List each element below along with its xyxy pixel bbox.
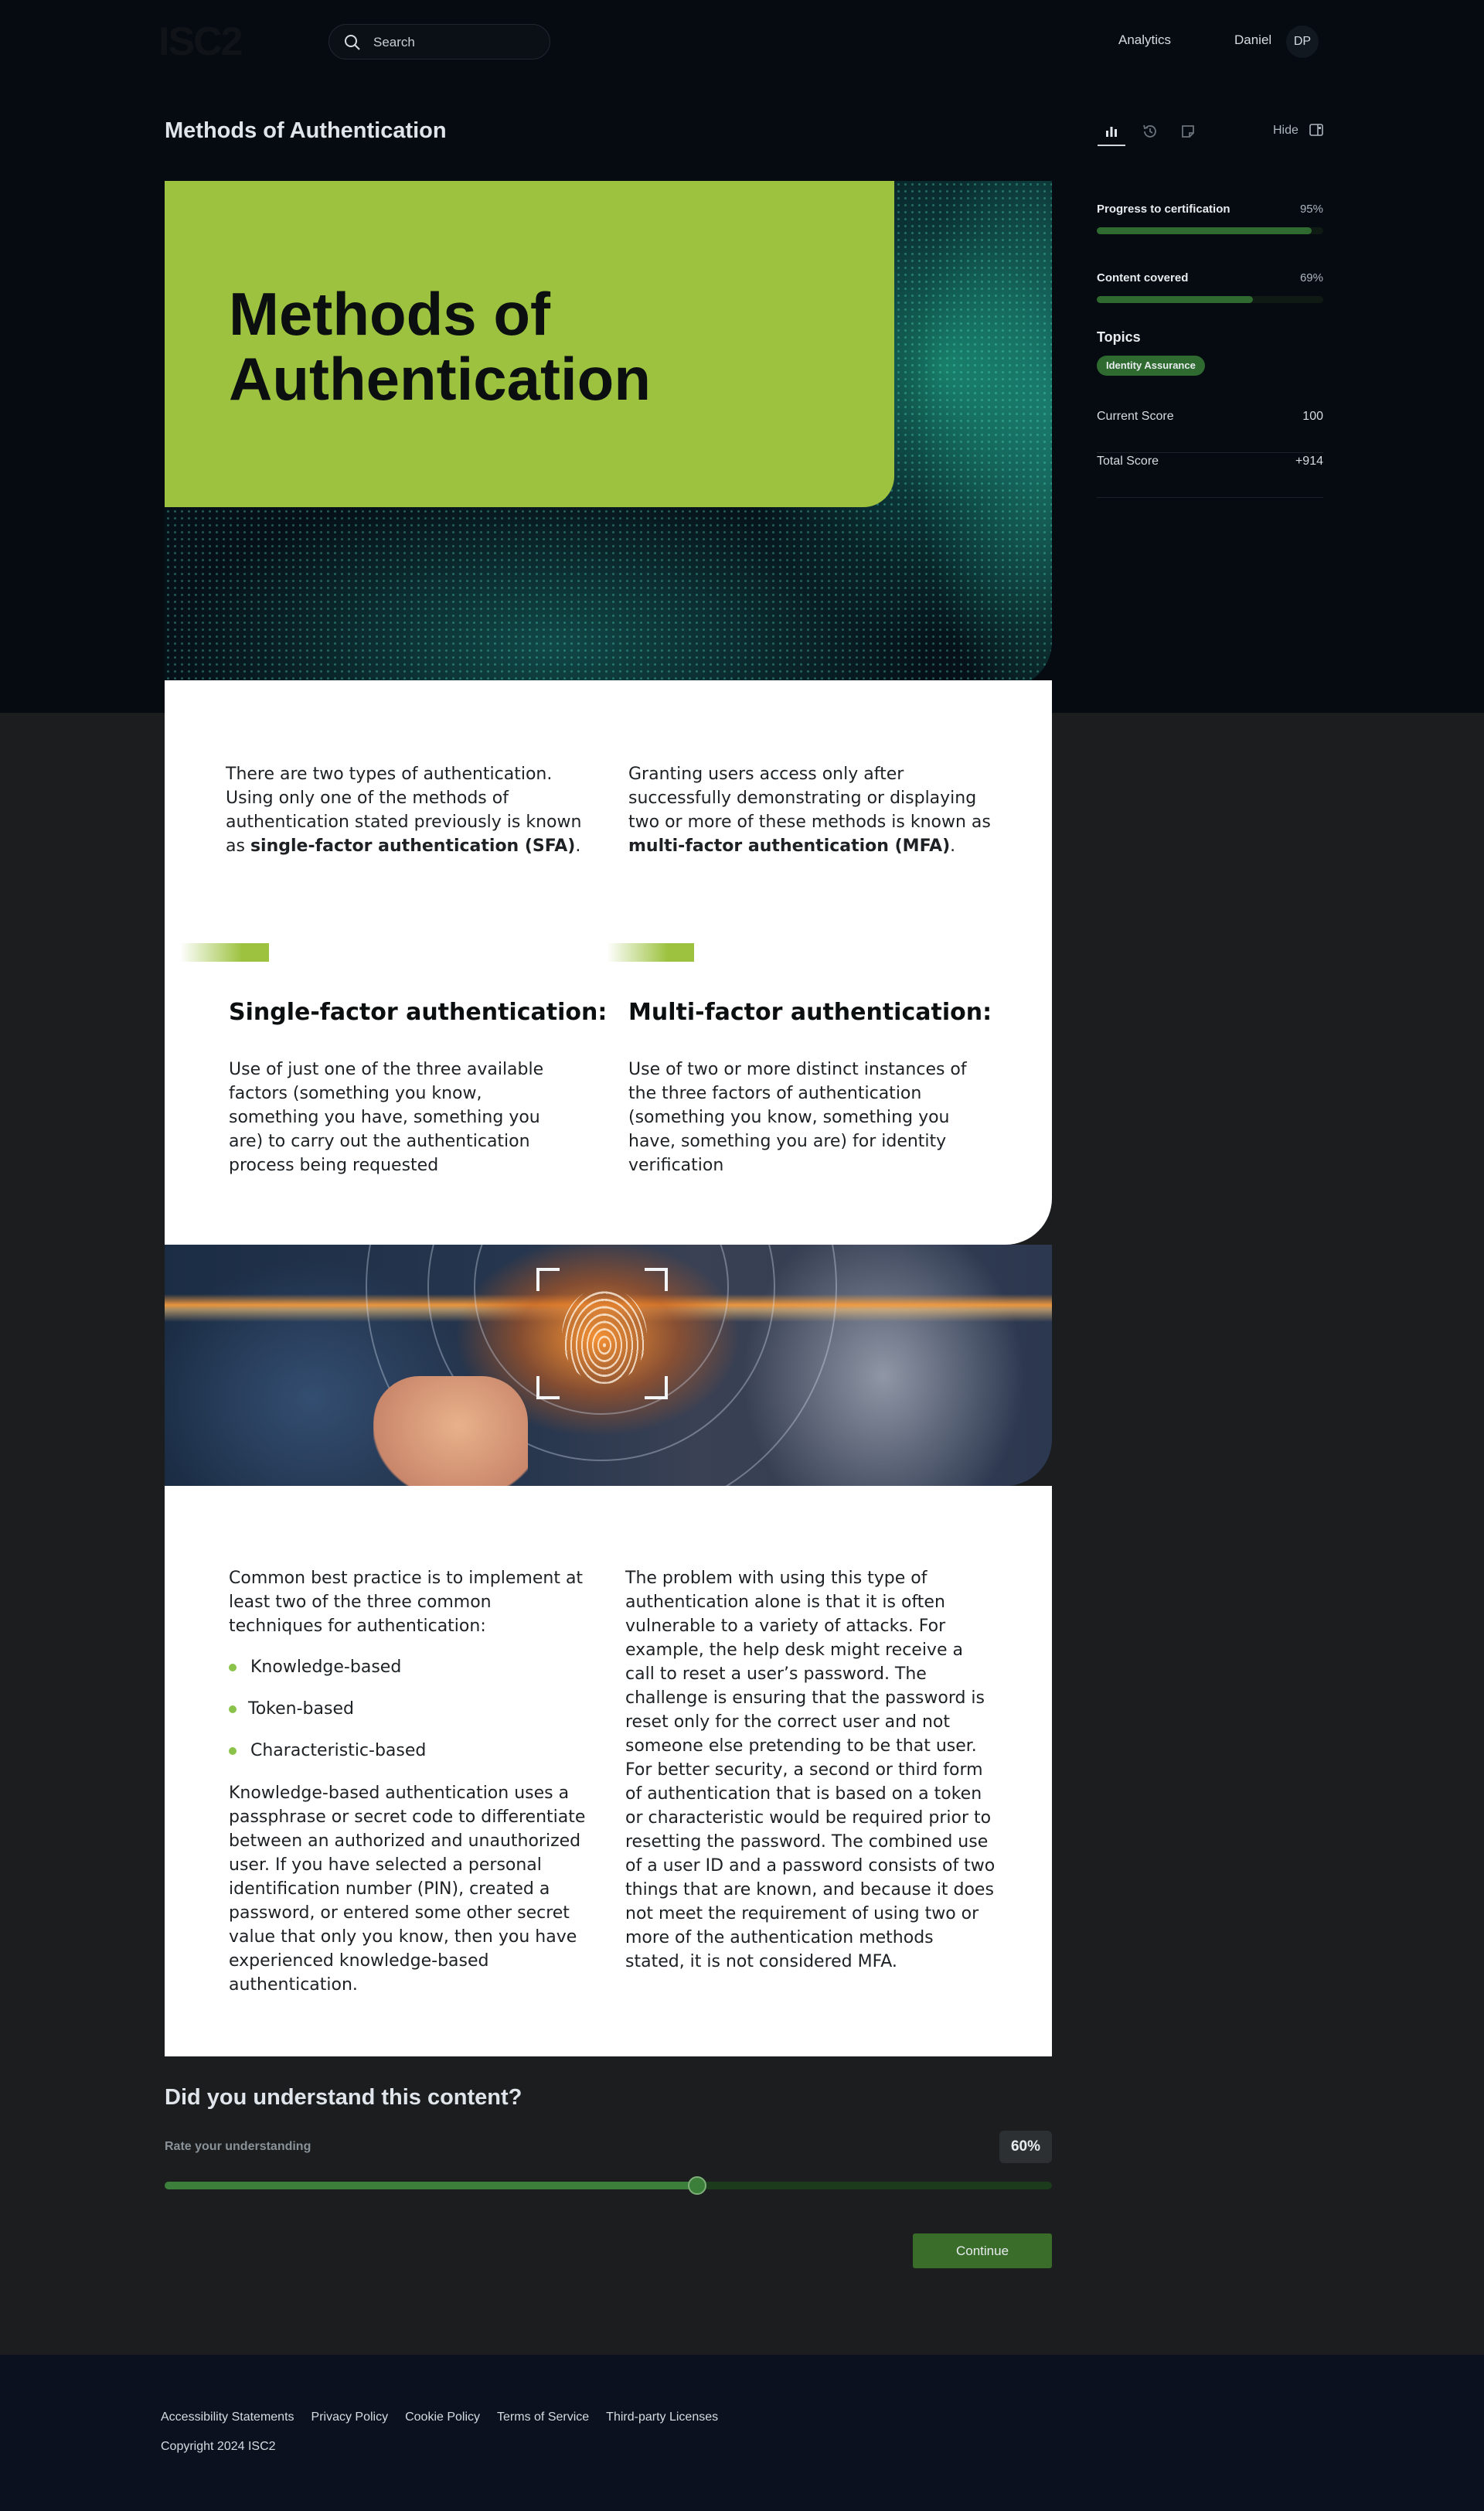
progress-value: 95%	[1299, 203, 1323, 216]
logo[interactable]: ISC2	[158, 22, 243, 62]
sfa-text: Use of just one of the three available f…	[229, 1060, 544, 1175]
progress-sidebar: Progress to certification 95% Content co…	[1097, 203, 1323, 498]
mfa-accent-bar	[607, 943, 694, 962]
content-section-2: Common best practice is to implement at …	[165, 1486, 1052, 2056]
list-item: Token-based	[229, 1699, 354, 1719]
hand-image	[373, 1376, 528, 1486]
practice-intro: Common best practice is to implement at …	[229, 1569, 584, 1636]
hero-banner: Methods of Authentication	[165, 181, 1052, 688]
avatar[interactable]: DP	[1286, 26, 1319, 58]
notes-icon[interactable]	[1177, 121, 1199, 142]
rate-label: Rate your understanding	[165, 2140, 311, 2153]
content-bar	[1097, 296, 1323, 303]
footer-link-privacy[interactable]: Privacy Policy	[311, 2410, 389, 2424]
page-title: Methods of Authentication	[165, 118, 447, 143]
list-item: Characteristic-based	[229, 1741, 426, 1760]
topic-badge[interactable]: Identity Assurance	[1097, 356, 1205, 376]
sfa-accent-bar	[180, 943, 269, 962]
footer: Accessibility Statements Privacy Policy …	[0, 2355, 1484, 2511]
copyright: Copyright 2024 ISC2	[161, 2440, 276, 2453]
footer-link-accessibility[interactable]: Accessibility Statements	[161, 2410, 294, 2424]
footer-link-cookie[interactable]: Cookie Policy	[405, 2410, 480, 2424]
understanding-question: Did you understand this content?	[165, 2085, 522, 2110]
progress-label: Progress to certification	[1097, 203, 1230, 216]
rate-value: 60%	[999, 2131, 1052, 2163]
list-item: Knowledge-based	[229, 1658, 401, 1677]
content-bar-fill	[1097, 296, 1254, 303]
hero-title: Methods of Authentication	[229, 280, 651, 413]
understanding-slider[interactable]	[165, 2176, 1052, 2195]
slider-thumb[interactable]	[687, 2176, 706, 2195]
current-score-row: Current Score 100	[1097, 410, 1323, 453]
problem-text: The problem with using this type of auth…	[625, 1569, 996, 1971]
total-score-value: +914	[1295, 455, 1323, 468]
user-name[interactable]: Daniel	[1234, 32, 1271, 48]
search-input[interactable]	[373, 32, 536, 53]
content-label: Content covered	[1097, 271, 1189, 284]
footer-link-third-party[interactable]: Third-party Licenses	[606, 2410, 718, 2424]
nav-analytics[interactable]: Analytics	[1118, 32, 1171, 48]
mfa-text: Use of two or more distinct instances of…	[628, 1060, 967, 1175]
current-score-value: 100	[1302, 410, 1323, 423]
content-row: Content covered 69%	[1097, 271, 1323, 287]
fingerprint-image	[165, 1245, 1052, 1486]
footer-links: Accessibility Statements Privacy Policy …	[161, 2410, 718, 2424]
progress-row: Progress to certification 95%	[1097, 203, 1323, 218]
search-box[interactable]	[328, 24, 550, 60]
content-section-1: There are two types of authentication. U…	[165, 680, 1052, 1245]
slider-fill	[165, 2182, 697, 2189]
content-value: 69%	[1299, 271, 1323, 284]
progress-bar-fill	[1097, 227, 1312, 234]
footer-link-terms[interactable]: Terms of Service	[497, 2410, 589, 2424]
knowledge-text: Knowledge-based authentication uses a pa…	[229, 1784, 586, 1995]
header: ISC2 Analytics Daniel DP	[0, 0, 1484, 82]
search-icon	[345, 35, 360, 50]
mfa-heading: Multi-factor authentication:	[628, 999, 992, 1026]
total-score-row: Total Score +914	[1097, 455, 1323, 498]
sfa-heading: Single-factor authentication:	[229, 999, 608, 1026]
progress-bar	[1097, 227, 1323, 234]
current-score-label: Current Score	[1097, 410, 1174, 423]
intro-right-text: Granting users access only after success…	[628, 765, 991, 856]
total-score-label: Total Score	[1097, 455, 1159, 468]
continue-button[interactable]: Continue	[913, 2233, 1052, 2268]
hero-title-panel: Methods of Authentication	[165, 181, 894, 507]
intro-left-text: There are two types of authentication. U…	[226, 765, 582, 856]
hide-panel-icon[interactable]	[1309, 122, 1324, 138]
history-icon[interactable]	[1139, 121, 1161, 142]
analytics-icon[interactable]	[1101, 121, 1122, 142]
active-tab-indicator	[1098, 145, 1125, 146]
scan-frame	[536, 1268, 668, 1399]
topics-heading: Topics	[1097, 329, 1141, 345]
hide-label[interactable]: Hide	[1273, 124, 1298, 138]
